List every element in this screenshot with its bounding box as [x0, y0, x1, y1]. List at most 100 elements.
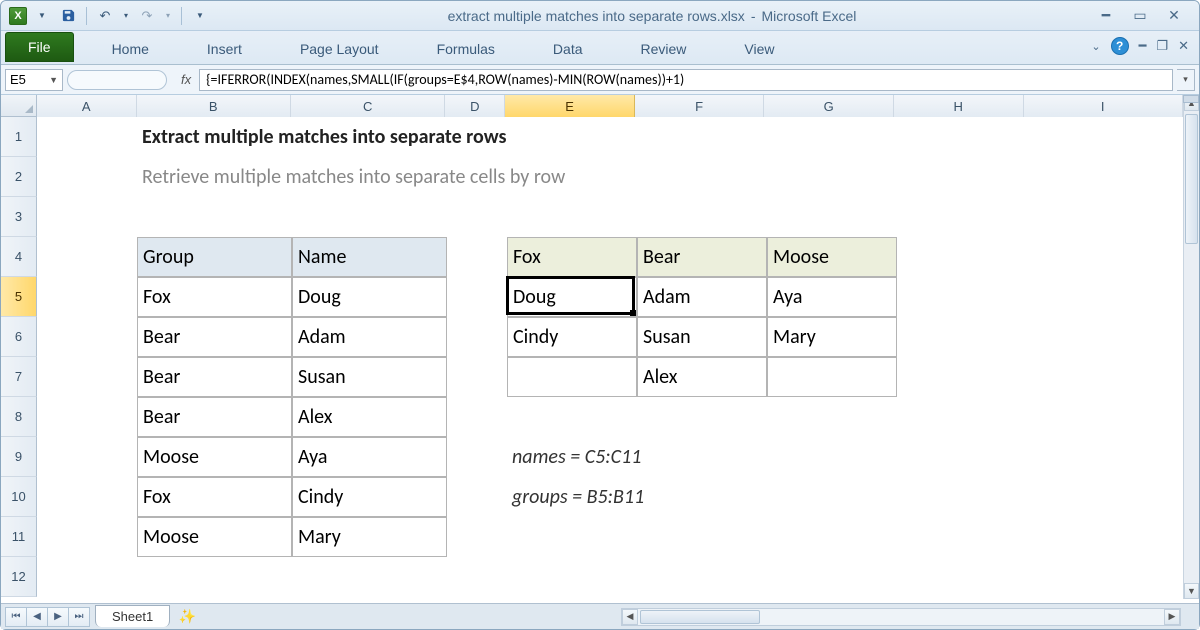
sheet-tab-active[interactable]: Sheet1	[95, 605, 170, 627]
col-header-I[interactable]: I	[1024, 95, 1183, 117]
left-cell-group[interactable]: Bear	[137, 357, 292, 397]
name-box[interactable]: E5 ▼	[5, 69, 63, 91]
tab-home[interactable]: Home	[112, 34, 149, 64]
left-header-name[interactable]: Name	[292, 237, 447, 277]
select-all-corner[interactable]	[1, 95, 37, 117]
left-cell-group[interactable]: Fox	[137, 477, 292, 517]
left-cell-name[interactable]: Susan	[292, 357, 447, 397]
qat-customize-icon[interactable]: ▼	[189, 5, 211, 27]
sheet-nav-prev-icon[interactable]: ◀	[26, 607, 48, 627]
redo-button[interactable]: ↷	[136, 5, 158, 27]
fx-button[interactable]: fx	[181, 72, 191, 87]
scroll-down-icon[interactable]: ▼	[1184, 583, 1199, 599]
row-header-6[interactable]: 6	[1, 317, 37, 357]
tab-view[interactable]: View	[744, 34, 774, 64]
left-cell-name[interactable]: Adam	[292, 317, 447, 357]
minimize-button[interactable]: ━	[1093, 7, 1119, 25]
left-cell-name[interactable]: Cindy	[292, 477, 447, 517]
left-cell-group[interactable]: Moose	[137, 437, 292, 477]
scroll-right-icon[interactable]: ▶	[1164, 609, 1180, 625]
note-names[interactable]: names = C5:C11	[507, 437, 907, 477]
row-header-2[interactable]: 2	[1, 157, 37, 197]
right-cell[interactable]: Mary	[767, 317, 897, 357]
left-cell-group[interactable]: Fox	[137, 277, 292, 317]
row-header-12[interactable]: 12	[1, 557, 37, 597]
right-header-fox[interactable]: Fox	[507, 237, 637, 277]
undo-dropdown-icon[interactable]: ▾	[120, 5, 132, 27]
help-icon[interactable]: ?	[1111, 37, 1129, 55]
row-header-10[interactable]: 10	[1, 477, 37, 517]
sheet-nav-last-icon[interactable]: ⏭	[68, 607, 90, 627]
right-cell[interactable]: Doug	[507, 277, 637, 317]
right-cell[interactable]: Susan	[637, 317, 767, 357]
col-header-D[interactable]: D	[445, 95, 505, 117]
right-cell[interactable]: Alex	[637, 357, 767, 397]
redo-dropdown-icon[interactable]: ▾	[162, 5, 174, 27]
row-header-3[interactable]: 3	[1, 197, 37, 237]
tab-review[interactable]: Review	[641, 34, 687, 64]
col-header-E[interactable]: E	[505, 95, 635, 117]
page-subtitle[interactable]: Retrieve multiple matches into separate …	[137, 157, 1037, 197]
horizontal-scrollbar[interactable]: ◀ ▶	[621, 608, 1181, 626]
row-header-11[interactable]: 11	[1, 517, 37, 557]
left-cell-group[interactable]: Bear	[137, 397, 292, 437]
right-cell[interactable]	[767, 357, 897, 397]
split-handle[interactable]	[1183, 95, 1199, 103]
formula-expand-icon[interactable]: ▾	[1177, 69, 1195, 91]
row-header-5[interactable]: 5	[1, 277, 37, 317]
page-title[interactable]: Extract multiple matches into separate r…	[137, 117, 1037, 157]
left-header-group[interactable]: Group	[137, 237, 292, 277]
row-header-7[interactable]: 7	[1, 357, 37, 397]
close-button[interactable]: ✕	[1161, 7, 1187, 25]
new-sheet-icon[interactable]: ✨	[176, 608, 198, 626]
row-header-4[interactable]: 4	[1, 237, 37, 277]
doc-restore-icon[interactable]: ❐	[1156, 38, 1168, 54]
right-cell[interactable]: Aya	[767, 277, 897, 317]
cells-area[interactable]: Extract multiple matches into separate r…	[37, 117, 1183, 599]
vertical-scrollbar[interactable]: ▲ ▼	[1183, 95, 1199, 599]
row-header-9[interactable]: 9	[1, 437, 37, 477]
row-header-1[interactable]: 1	[1, 117, 37, 157]
left-cell-name[interactable]: Mary	[292, 517, 447, 557]
sheet-nav-first-icon[interactable]: ⏮	[5, 607, 27, 627]
right-header-bear[interactable]: Bear	[637, 237, 767, 277]
undo-button[interactable]: ↶	[94, 5, 116, 27]
sheet-nav-next-icon[interactable]: ▶	[47, 607, 69, 627]
col-header-H[interactable]: H	[894, 95, 1024, 117]
formula-input[interactable]: {=IFERROR(INDEX(names,SMALL(IF(groups=E$…	[199, 69, 1173, 91]
ribbon-minimize-icon[interactable]: ⌄	[1091, 40, 1100, 53]
maximize-button[interactable]: ▭	[1127, 7, 1153, 25]
excel-app-icon[interactable]: X	[9, 7, 27, 25]
note-groups[interactable]: groups = B5:B11	[507, 477, 907, 517]
right-header-moose[interactable]: Moose	[767, 237, 897, 277]
excel-menu-dropdown-icon[interactable]: ▼	[31, 5, 53, 27]
name-box-dropdown-icon[interactable]: ▼	[49, 75, 58, 85]
row-headers: 123456789101112	[1, 117, 37, 599]
spreadsheet-grid[interactable]: ABCDEFGHI 123456789101112 Extract multip…	[1, 95, 1199, 599]
tab-formulas[interactable]: Formulas	[437, 34, 495, 64]
doc-close-icon[interactable]: ✕	[1178, 38, 1189, 54]
left-cell-name[interactable]: Aya	[292, 437, 447, 477]
col-header-B[interactable]: B	[137, 95, 291, 117]
doc-minimize-icon[interactable]: ━	[1139, 38, 1147, 54]
left-cell-name[interactable]: Alex	[292, 397, 447, 437]
file-tab[interactable]: File	[5, 32, 74, 62]
right-cell[interactable]: Cindy	[507, 317, 637, 357]
tab-data[interactable]: Data	[553, 34, 583, 64]
left-cell-name[interactable]: Doug	[292, 277, 447, 317]
tab-insert[interactable]: Insert	[207, 34, 242, 64]
vscroll-thumb[interactable]	[1185, 114, 1198, 244]
row-header-8[interactable]: 8	[1, 397, 37, 437]
col-header-G[interactable]: G	[764, 95, 894, 117]
col-header-C[interactable]: C	[291, 95, 445, 117]
right-cell[interactable]: Adam	[637, 277, 767, 317]
hscroll-thumb[interactable]	[640, 610, 760, 624]
save-button[interactable]	[57, 5, 79, 27]
tab-page-layout[interactable]: Page Layout	[300, 34, 379, 64]
col-header-A[interactable]: A	[37, 95, 137, 117]
left-cell-group[interactable]: Bear	[137, 317, 292, 357]
col-header-F[interactable]: F	[635, 95, 765, 117]
right-cell[interactable]	[507, 357, 637, 397]
scroll-left-icon[interactable]: ◀	[622, 609, 638, 625]
left-cell-group[interactable]: Moose	[137, 517, 292, 557]
